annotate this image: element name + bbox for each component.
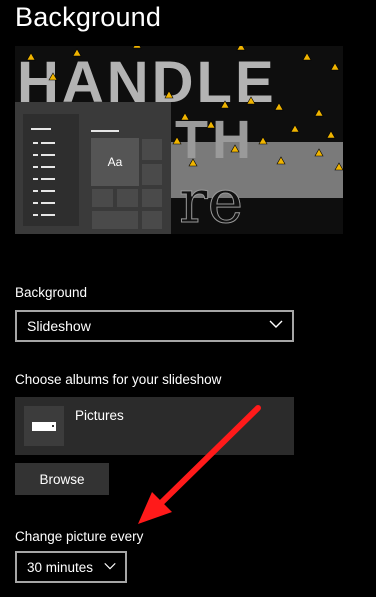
preview-tile-aa: Aa [91, 138, 139, 186]
folder-icon [24, 406, 64, 446]
chevron-down-icon [269, 320, 283, 328]
interval-dropdown[interactable]: 30 minutes [15, 551, 127, 583]
page-title: Background [15, 2, 162, 32]
background-dropdown[interactable]: Slideshow [15, 310, 294, 342]
preview-tiles: Aa [91, 120, 165, 230]
album-name: Pictures [75, 408, 124, 423]
preview-app-list [23, 114, 79, 226]
interval-dropdown-value: 30 minutes [27, 560, 94, 575]
chevron-down-icon [104, 562, 116, 570]
background-label: Background [15, 285, 88, 300]
preview-start-menu: Aa [15, 102, 171, 234]
album-item-pictures[interactable]: Pictures [15, 397, 294, 455]
wallpaper-text-re: re [179, 167, 243, 234]
interval-label: Change picture every [15, 529, 144, 544]
background-dropdown-value: Slideshow [27, 318, 91, 334]
albums-label: Choose albums for your slideshow [15, 372, 222, 387]
background-preview: HANDLE TH re Aa [15, 46, 343, 234]
browse-button[interactable]: Browse [15, 463, 109, 495]
